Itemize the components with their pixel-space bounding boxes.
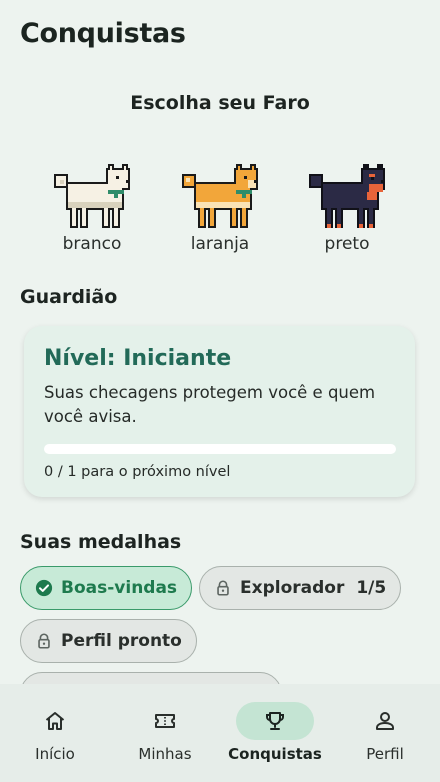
nav-label: Conquistas (228, 745, 322, 763)
medal-explorador[interactable]: Explorador 1/5 (199, 566, 402, 610)
person-icon (376, 712, 394, 730)
level-title: Nível: Iniciante (44, 346, 232, 371)
lock-icon (38, 633, 50, 649)
medal-label: Boas-vindas (61, 578, 178, 598)
faro-option-label: preto (324, 234, 370, 254)
nav-item-conquistas[interactable]: Conquistas (220, 684, 330, 782)
medal-perfil-pronto[interactable]: Perfil pronto (20, 619, 197, 663)
page-title: Conquistas (20, 18, 186, 49)
faro-option-preto[interactable]: preto (297, 164, 397, 254)
medal-label: Explorador (240, 578, 345, 598)
ticket-icon (155, 714, 175, 728)
level-card: Nível: Iniciante Suas checagens protegem… (24, 326, 415, 497)
white-dog-icon (54, 164, 130, 228)
trophy-icon (266, 712, 284, 730)
orange-dog-icon (182, 164, 258, 228)
guardian-heading: Guardião (20, 286, 118, 308)
lock-icon (217, 580, 229, 596)
nav-item-perfil[interactable]: Perfil (330, 684, 440, 782)
medal-label: Perfil pronto (61, 631, 182, 651)
faro-heading: Escolha seu Faro (130, 92, 310, 114)
nav-label: Perfil (366, 745, 404, 763)
faro-option-laranja[interactable]: laranja (170, 164, 270, 254)
home-icon (45, 712, 65, 730)
medals-heading: Suas medalhas (20, 531, 182, 553)
nav-item-minhas[interactable]: Minhas (110, 684, 220, 782)
faro-option-branco[interactable]: branco (42, 164, 142, 254)
level-progress-text: 0 / 1 para o próximo nível (44, 464, 231, 480)
black-dog-icon (309, 164, 385, 228)
check-circle-icon (35, 579, 53, 597)
nav-label: Minhas (138, 745, 192, 763)
nav-item-inicio[interactable]: Início (0, 684, 110, 782)
medal-boas-vindas[interactable]: Boas-vindas (20, 566, 193, 610)
level-progress-bar (44, 444, 396, 454)
medal-progress: 1/5 (356, 578, 387, 598)
nav-label: Início (35, 745, 75, 763)
bottom-navigation: Início Minhas Conquistas Perfil (0, 684, 440, 782)
level-description: Suas checagens protegem você e quem você… (44, 383, 376, 426)
faro-option-label: laranja (190, 234, 250, 254)
faro-option-label: branco (62, 234, 122, 254)
